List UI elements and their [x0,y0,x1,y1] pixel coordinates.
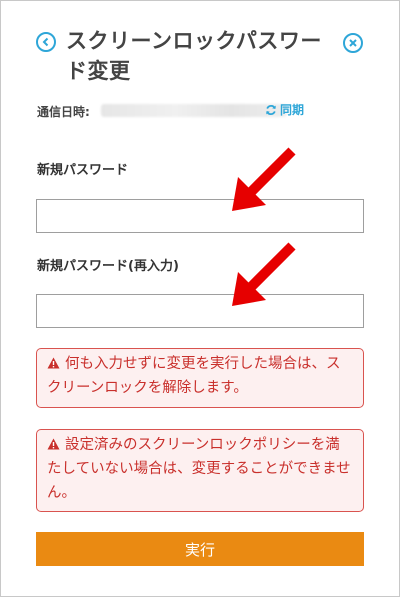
execute-button[interactable]: 実行 [36,532,364,566]
red-arrow-annotation [232,242,296,306]
alert-box: 何も入力せずに変更を実行した場合は、スクリーンロックを解除します。 [36,348,364,408]
alert-box: 設定済みのスクリーンロックポリシーを満たしていない場合は、変更することができませ… [36,429,364,512]
close-circle-icon[interactable] [343,33,363,53]
confirm-password-label: 新規パスワード(再入力) [37,259,179,274]
sync-label: 同期 [280,103,305,117]
page-title: スクリーンロックパスワード変更 [66,29,322,83]
sync-button[interactable]: 同期 [265,101,304,118]
warning-icon [47,438,60,450]
communication-row: 通信日時: 同期 [37,101,367,121]
warning-icon [47,357,60,369]
confirm-password-input[interactable] [36,294,364,328]
header: スクリーンロックパスワード変更 [0,0,400,96]
back-circle-icon[interactable] [36,32,56,52]
alert-text: 何も入力せずに変更を実行した場合は、スクリーンロックを解除します。 [47,356,341,396]
blurred-datetime [101,104,287,117]
red-arrow-annotation [232,147,296,211]
comm-datetime-label: 通信日時: [37,105,90,119]
new-password-label: 新規パスワード [37,163,129,178]
new-password-input[interactable] [36,199,364,233]
refresh-icon [266,104,276,115]
alert-text: 設定済みのスクリーンロックポリシーを満たしていない場合は、変更することができませ… [47,437,351,501]
